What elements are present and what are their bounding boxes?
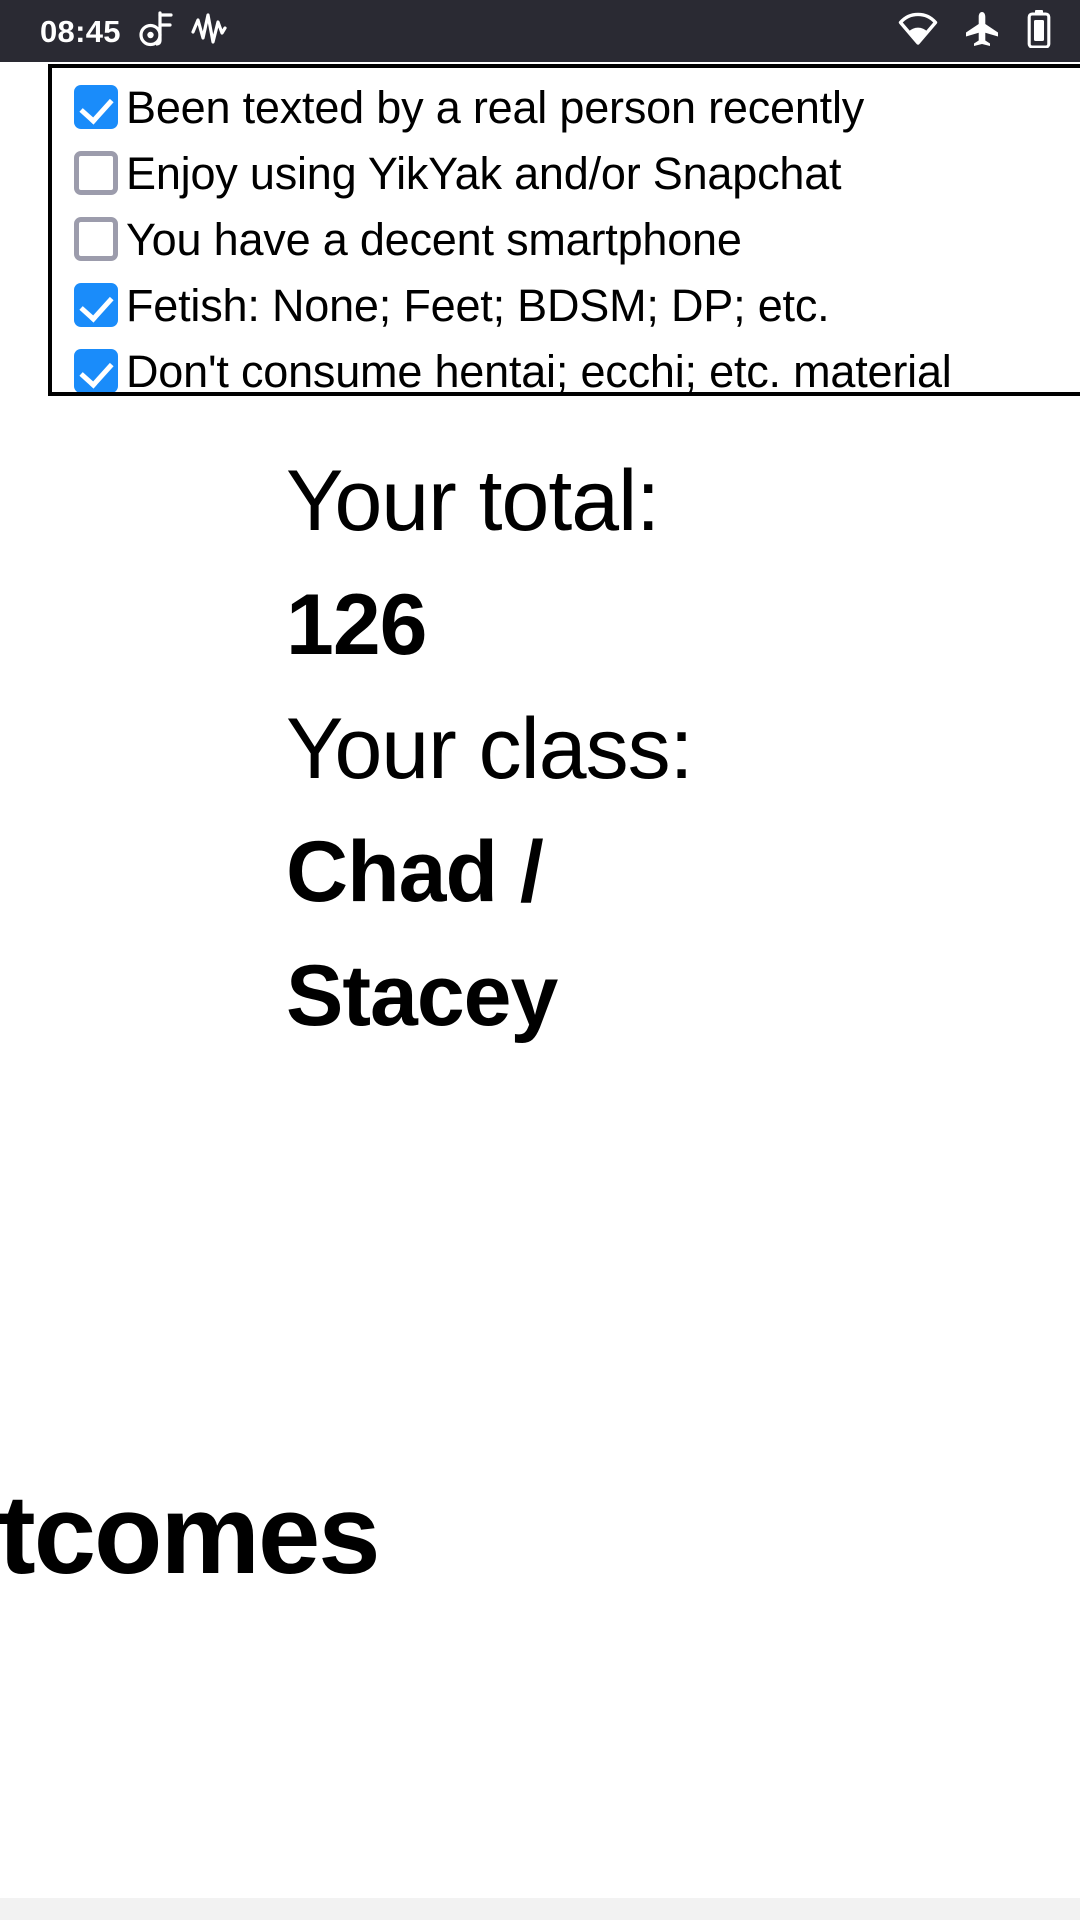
app-screen: 08:45 Been texted by a real person recen… (0, 0, 1080, 1920)
checklist-item-label: Enjoy using YikYak and/or Snapchat (126, 147, 842, 199)
checklist-item-label: Been texted by a real person recently (126, 81, 865, 133)
status-bar: 08:45 (0, 0, 1080, 62)
checklist-item-4[interactable]: Don't consume hentai; ecchi; etc. materi… (52, 338, 1080, 396)
checklist-item-0[interactable]: Been texted by a real person recently (52, 74, 1080, 140)
checklist-item-label: You have a decent smartphone (126, 213, 742, 265)
total-label: Your total: (286, 453, 660, 549)
checklist-item-3[interactable]: Fetish: None; Feet; BDSM; DP; etc. (52, 272, 1080, 338)
status-bar-clock: 08:45 (40, 13, 121, 49)
checklist-container: Been texted by a real person recently En… (48, 64, 1080, 396)
checklist-item-2[interactable]: You have a decent smartphone (52, 206, 1080, 272)
bottom-navigation-strip (0, 1898, 1080, 1920)
outcomes-heading: utcomes (0, 1472, 381, 1597)
checkbox-checked-icon[interactable] (74, 85, 118, 129)
audio-wave-icon (191, 12, 227, 51)
status-bar-left-group: 08:45 (40, 10, 227, 52)
class-value-line-1: Chad / (286, 824, 544, 921)
checklist-item-1[interactable]: Enjoy using YikYak and/or Snapchat (52, 140, 1080, 206)
class-label: Your class: (286, 700, 694, 797)
checkbox-unchecked-icon[interactable] (74, 151, 118, 195)
wifi-icon (898, 12, 938, 51)
battery-icon (1026, 9, 1052, 53)
checkbox-checked-icon[interactable] (74, 349, 118, 392)
music-note-icon (139, 10, 173, 52)
status-bar-right-group (898, 9, 1052, 53)
airplane-mode-icon (964, 11, 1000, 52)
class-value-line-2: Stacey (286, 948, 558, 1045)
checklist-item-label: Fetish: None; Feet; BDSM; DP; etc. (126, 279, 830, 331)
results-block: Your total: 126 Your class: Chad / Stace… (286, 440, 756, 1059)
checklist-item-label: Don't consume hentai; ecchi; etc. materi… (126, 345, 952, 396)
checkbox-unchecked-icon[interactable] (74, 217, 118, 261)
checkbox-checked-icon[interactable] (74, 283, 118, 327)
total-value: 126 (286, 576, 428, 673)
